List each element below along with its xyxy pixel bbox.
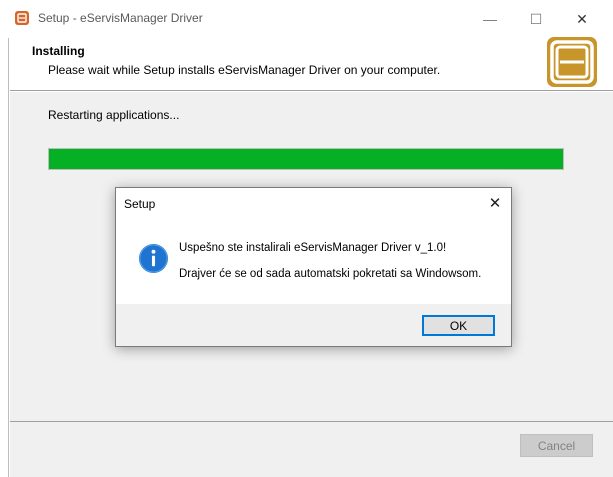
ok-button[interactable]: OK xyxy=(422,315,495,336)
window-title: Setup - eServisManager Driver xyxy=(38,11,203,25)
message-dialog: Setup ✕ Uspešno ste instalirali eServisM… xyxy=(115,187,512,347)
dialog-message-line1: Uspešno ste instalirali eServisManager D… xyxy=(179,242,447,254)
progress-fill xyxy=(49,149,563,169)
page-title: Installing xyxy=(32,44,85,58)
setup-window: Setup - eServisManager Driver — ☐ ✕ Inst… xyxy=(0,0,613,477)
dialog-button-bar: OK xyxy=(116,304,511,346)
maximize-button[interactable]: ☐ xyxy=(513,0,559,38)
status-text: Restarting applications... xyxy=(48,108,180,122)
dialog-message-line2: Drajver će se od sada automatski pokreta… xyxy=(179,268,482,280)
progress-bar xyxy=(48,148,564,170)
eservis-logo-icon xyxy=(547,37,597,87)
dialog-close-button[interactable]: ✕ xyxy=(482,192,508,214)
page-subtitle: Please wait while Setup installs eServis… xyxy=(48,63,441,77)
app-icon xyxy=(15,11,29,25)
close-button[interactable]: ✕ xyxy=(559,0,605,38)
dialog-title: Setup xyxy=(124,197,156,211)
minimize-button[interactable]: — xyxy=(467,0,513,38)
wizard-header: Installing Please wait while Setup insta… xyxy=(10,38,613,90)
window-border xyxy=(8,38,9,477)
title-bar: Setup - eServisManager Driver — ☐ ✕ xyxy=(0,0,613,38)
cancel-button[interactable]: Cancel xyxy=(520,434,593,457)
info-icon xyxy=(138,243,169,274)
